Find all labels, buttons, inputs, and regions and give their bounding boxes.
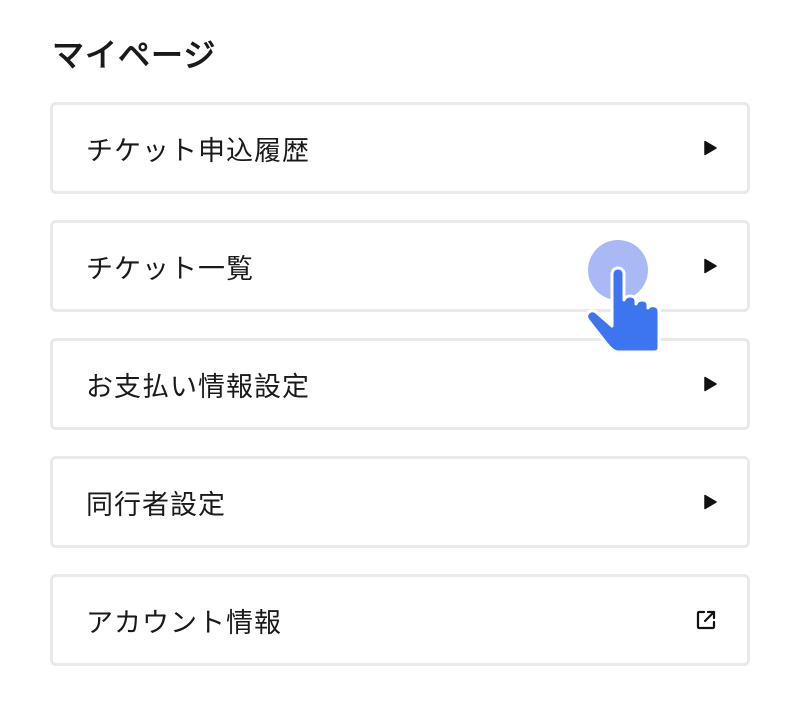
menu-item-companion-settings[interactable]: 同行者設定 (50, 456, 750, 548)
page-title: マイページ (52, 36, 217, 74)
play-arrow-icon (703, 258, 717, 274)
mypage-menu: チケット申込履歴 チケット一覧 お支払い情報設定 同行者設定 アカウント情報 (50, 102, 750, 692)
menu-item-label: お支払い情報設定 (86, 371, 310, 403)
play-arrow-icon (703, 376, 717, 392)
menu-item-ticket-list[interactable]: チケット一覧 (50, 220, 750, 312)
menu-item-label: チケット一覧 (86, 253, 254, 285)
menu-item-label: チケット申込履歴 (86, 135, 310, 167)
play-arrow-icon (703, 494, 717, 510)
play-arrow-icon (703, 140, 717, 156)
menu-item-label: 同行者設定 (86, 489, 226, 521)
external-link-icon (695, 609, 717, 631)
menu-item-payment-settings[interactable]: お支払い情報設定 (50, 338, 750, 430)
menu-item-label: アカウント情報 (86, 607, 282, 639)
menu-item-ticket-application-history[interactable]: チケット申込履歴 (50, 102, 750, 194)
menu-item-account-info[interactable]: アカウント情報 (50, 574, 750, 666)
